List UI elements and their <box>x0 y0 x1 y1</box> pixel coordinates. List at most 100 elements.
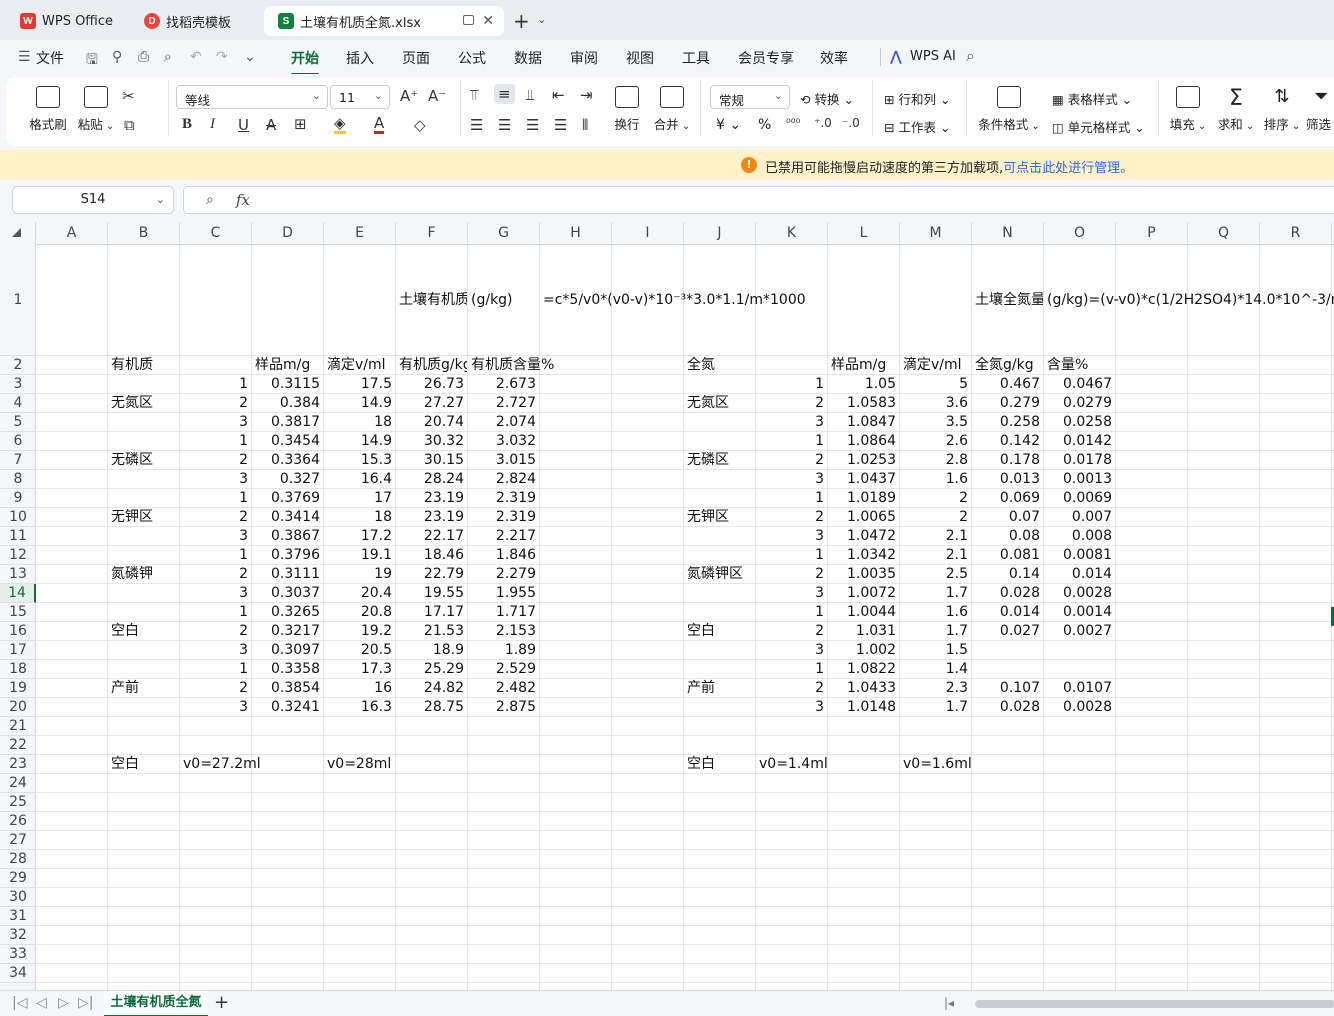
cell-k23[interactable]: v0=1.4ml <box>756 755 899 774</box>
cell-m9[interactable]: 2 <box>900 489 971 508</box>
cell-e17[interactable]: 20.5 <box>324 641 395 660</box>
align-left-icon[interactable]: ☰ <box>470 116 483 134</box>
cell-c23[interactable]: v0=27.2ml <box>180 755 323 774</box>
column-header[interactable]: J <box>684 222 756 245</box>
number-format-select[interactable]: 常规 ⌄ <box>710 85 790 109</box>
cell-c3[interactable]: 1 <box>180 375 251 394</box>
cell-k12[interactable]: 1 <box>756 546 827 565</box>
cell-c20[interactable]: 3 <box>180 698 251 717</box>
cell-j16[interactable]: 空白 <box>684 622 755 641</box>
cell-j10[interactable]: 无钾区 <box>684 508 755 527</box>
cell-c13[interactable]: 2 <box>180 565 251 584</box>
cell-c5[interactable]: 3 <box>180 413 251 432</box>
row-header[interactable]: 29 <box>0 869 36 888</box>
cell-m6[interactable]: 2.6 <box>900 432 971 451</box>
cell-n1[interactable]: 土壤全氮量 <box>972 291 1043 310</box>
cell-c11[interactable]: 3 <box>180 527 251 546</box>
cell-b4[interactable]: 无氮区 <box>108 394 179 413</box>
quick-access-more-icon[interactable]: ⌄ <box>244 49 256 65</box>
cell-l16[interactable]: 1.031 <box>828 622 899 641</box>
cell-e23[interactable]: v0=28ml <box>324 755 467 774</box>
cell-f15[interactable]: 17.17 <box>396 603 467 622</box>
cell-e6[interactable]: 14.9 <box>324 432 395 451</box>
row-header[interactable]: 30 <box>0 888 36 907</box>
tab-wps-office[interactable]: W WPS Office <box>6 6 124 36</box>
cell-m5[interactable]: 3.5 <box>900 413 971 432</box>
cell-m23[interactable]: v0=1.6ml <box>900 755 1043 774</box>
increase-font-icon[interactable]: A⁺ <box>400 87 418 105</box>
format-painter-button[interactable]: 格式刷 <box>28 86 68 133</box>
cell-m20[interactable]: 1.7 <box>900 698 971 717</box>
cell-e11[interactable]: 17.2 <box>324 527 395 546</box>
clear-format-icon[interactable]: ◇ <box>414 116 426 134</box>
cell-n12[interactable]: 0.081 <box>972 546 1043 565</box>
row-header[interactable]: 22 <box>0 736 36 755</box>
cell-n2[interactable]: 全氮g/kg <box>972 356 1043 375</box>
cell-f9[interactable]: 23.19 <box>396 489 467 508</box>
tab-docer[interactable]: D 找稻壳模板 <box>130 6 258 36</box>
cell-k6[interactable]: 1 <box>756 432 827 451</box>
cell-d10[interactable]: 0.3414 <box>252 508 323 527</box>
row-header[interactable]: 23 <box>0 755 36 774</box>
name-box[interactable]: S14 ⌄ <box>12 186 174 214</box>
column-header[interactable]: K <box>756 222 828 245</box>
cell-d13[interactable]: 0.3111 <box>252 565 323 584</box>
column-header[interactable]: O <box>1044 222 1116 245</box>
cell-n19[interactable]: 0.107 <box>972 679 1043 698</box>
row-header[interactable]: 27 <box>0 831 36 850</box>
row-header[interactable]: 24 <box>0 774 36 793</box>
row-header[interactable]: 1 <box>0 245 36 356</box>
column-header[interactable]: N <box>972 222 1044 245</box>
cell-n4[interactable]: 0.279 <box>972 394 1043 413</box>
column-header[interactable]: D <box>252 222 324 245</box>
row-header[interactable]: 7 <box>0 451 36 470</box>
cell-g17[interactable]: 1.89 <box>468 641 539 660</box>
cell-e2[interactable]: 滴定v/ml <box>324 356 395 375</box>
column-header[interactable]: A <box>36 222 108 245</box>
cell-n20[interactable]: 0.028 <box>972 698 1043 717</box>
cell-e12[interactable]: 19.1 <box>324 546 395 565</box>
cell-n13[interactable]: 0.14 <box>972 565 1043 584</box>
cell-k11[interactable]: 3 <box>756 527 827 546</box>
cell-d8[interactable]: 0.327 <box>252 470 323 489</box>
spreadsheet-grid[interactable]: ABCDEFGHIJKLMNOPQR 1 2 3 4 5 6 7 8 9 10 11 12 13 14 15… <box>0 222 1334 990</box>
column-header[interactable]: P <box>1116 222 1188 245</box>
cell-j2[interactable]: 全氮 <box>684 356 755 375</box>
cell-o8[interactable]: 0.0013 <box>1044 470 1115 489</box>
menu-data[interactable]: 数据 <box>514 48 542 68</box>
tab-current-workbook[interactable]: S 土壤有机质全氮.xlsx ✕ <box>264 6 504 36</box>
cell-d18[interactable]: 0.3358 <box>252 660 323 679</box>
cut-icon[interactable]: ✂ <box>122 87 135 105</box>
cell-f7[interactable]: 30.15 <box>396 451 467 470</box>
copy-icon[interactable]: ⧉ <box>124 116 135 134</box>
align-center-icon[interactable]: ☰ <box>498 116 511 134</box>
close-tab-icon[interactable]: ✕ <box>482 13 494 29</box>
cell-k19[interactable]: 2 <box>756 679 827 698</box>
cell-m18[interactable]: 1.4 <box>900 660 971 679</box>
cell-l15[interactable]: 1.0044 <box>828 603 899 622</box>
cell-f18[interactable]: 25.29 <box>396 660 467 679</box>
cell-d19[interactable]: 0.3854 <box>252 679 323 698</box>
cell-f10[interactable]: 23.19 <box>396 508 467 527</box>
cell-f1[interactable]: 土壤有机质 <box>396 291 467 310</box>
scroll-left-icon[interactable]: |◂ <box>944 996 954 1010</box>
cell-m10[interactable]: 2 <box>900 508 971 527</box>
cell-o20[interactable]: 0.0028 <box>1044 698 1115 717</box>
column-header[interactable]: I <box>612 222 684 245</box>
cell-g13[interactable]: 2.279 <box>468 565 539 584</box>
cell-k3[interactable]: 1 <box>756 375 827 394</box>
cell-e4[interactable]: 14.9 <box>324 394 395 413</box>
cell-f19[interactable]: 24.82 <box>396 679 467 698</box>
justify-icon[interactable]: ☰ <box>554 116 567 134</box>
next-sheet-icon[interactable]: ▷ <box>58 995 69 1011</box>
new-tab-icon[interactable]: + <box>513 9 530 33</box>
cell-o15[interactable]: 0.0014 <box>1044 603 1115 622</box>
cell-l5[interactable]: 1.0847 <box>828 413 899 432</box>
cell-d6[interactable]: 0.3454 <box>252 432 323 451</box>
merge-button[interactable]: 合并 ⌄ <box>652 86 692 133</box>
fill-color-icon[interactable]: ◈ <box>334 116 346 134</box>
column-header[interactable]: G <box>468 222 540 245</box>
cell-c7[interactable]: 2 <box>180 451 251 470</box>
cell-k20[interactable]: 3 <box>756 698 827 717</box>
cell-m15[interactable]: 1.6 <box>900 603 971 622</box>
